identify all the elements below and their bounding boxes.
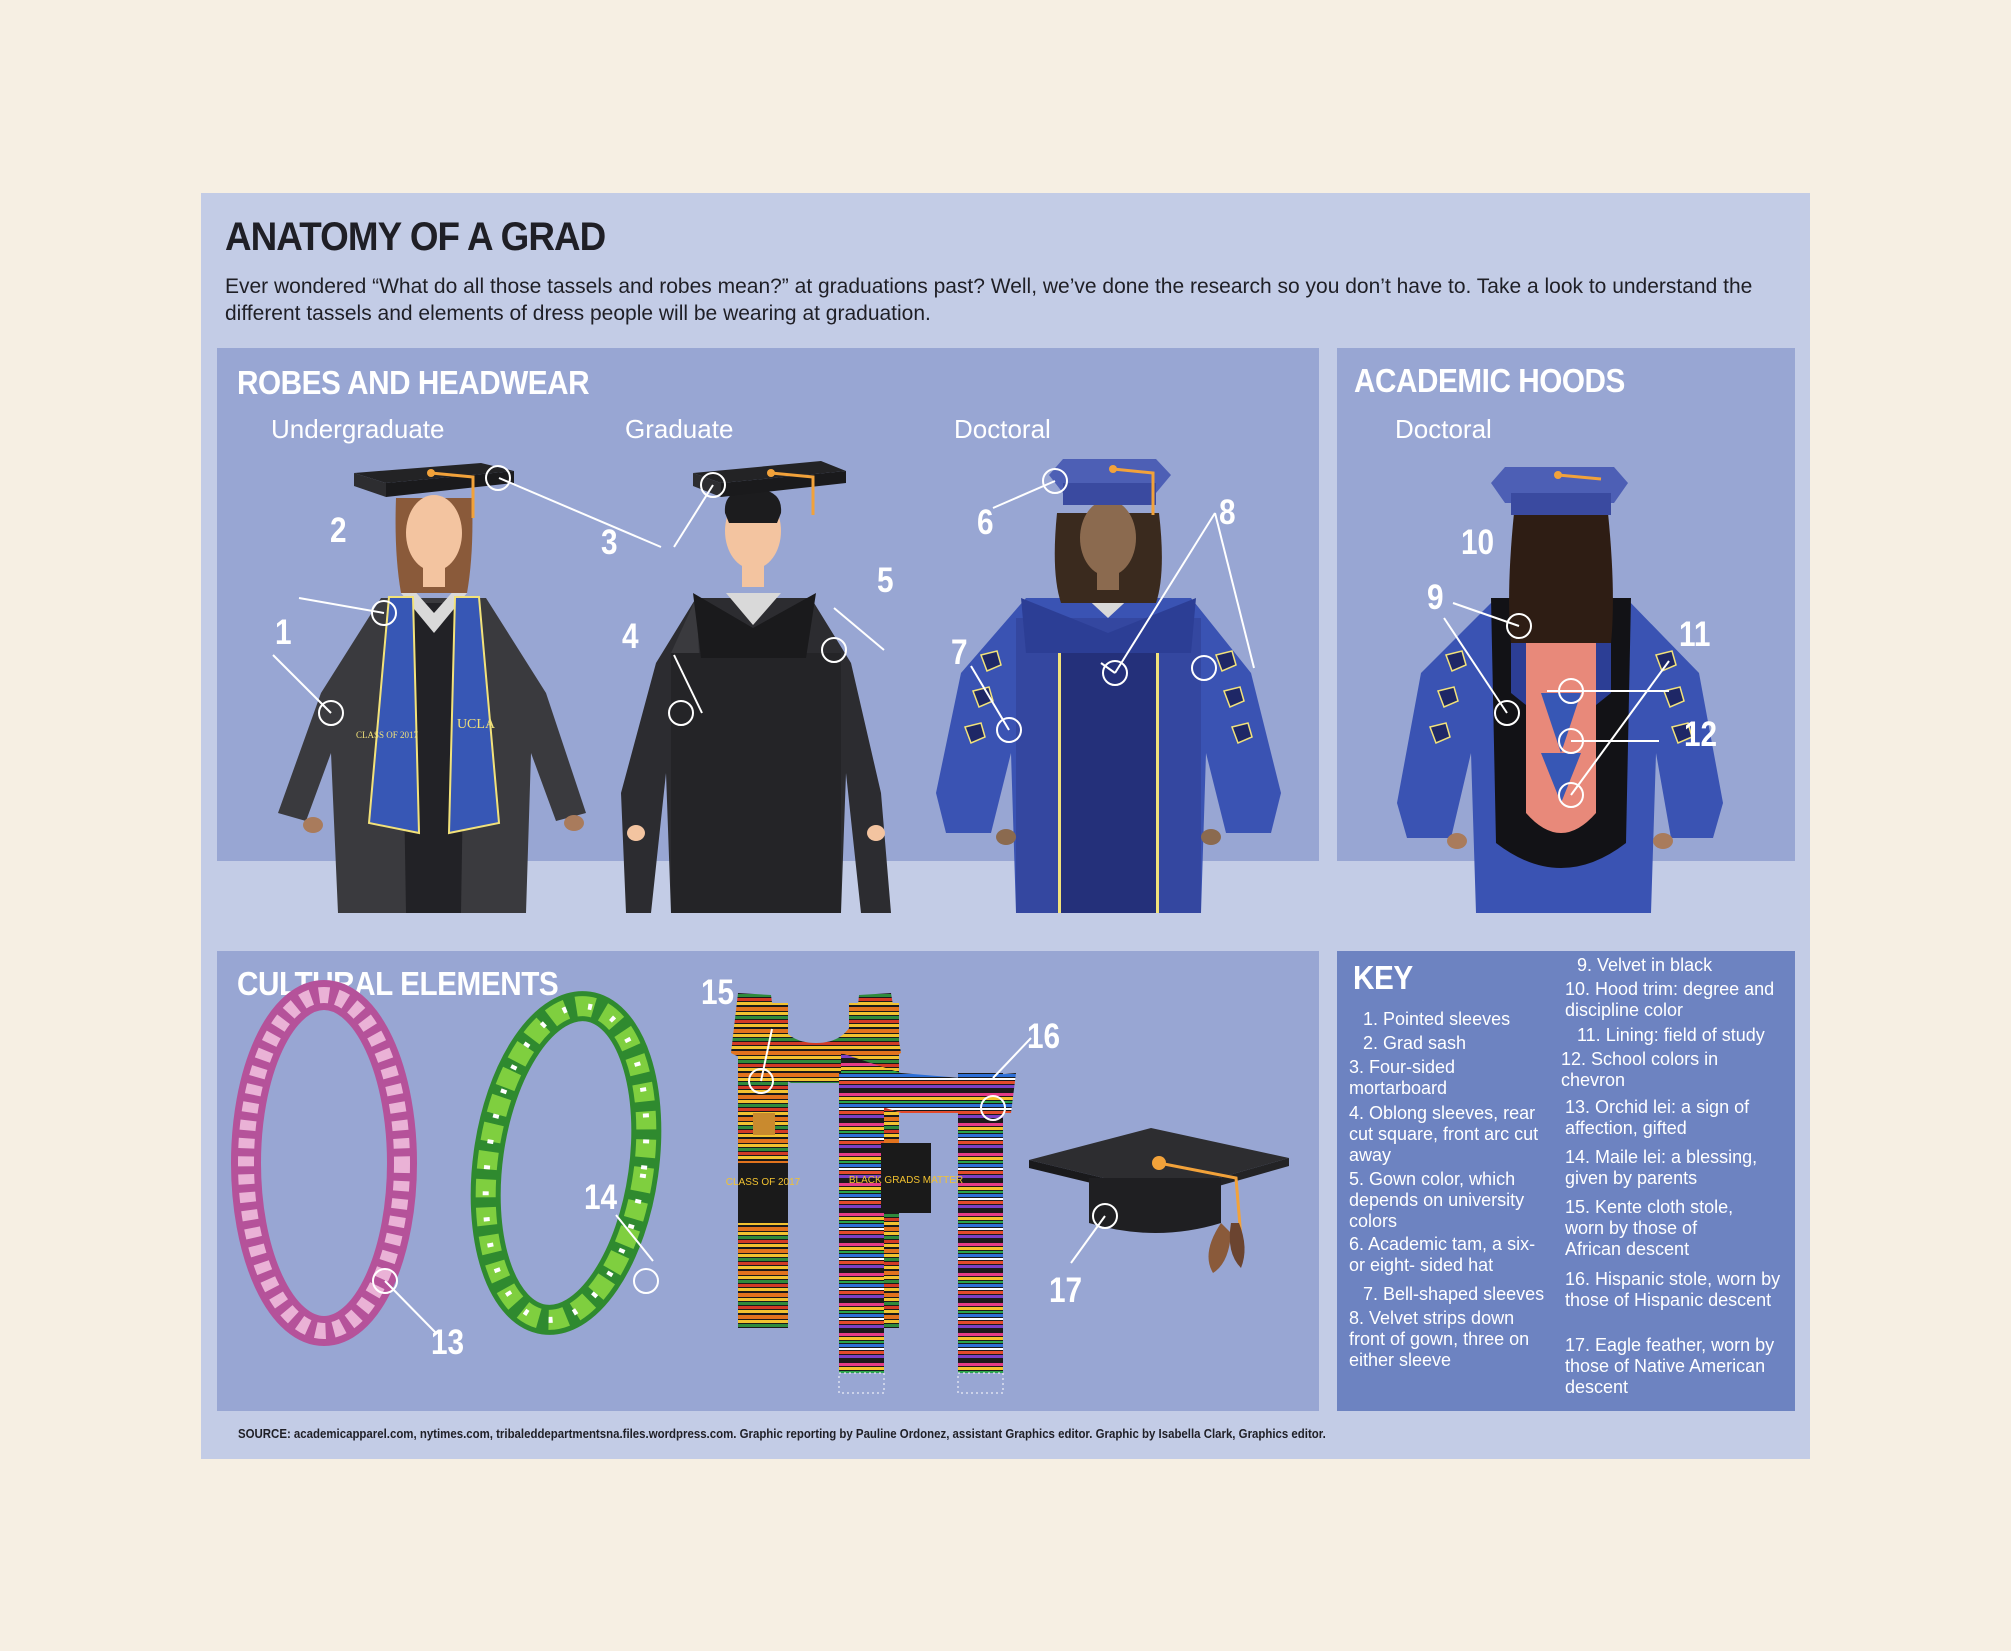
callout-number: 2: [330, 511, 347, 550]
callout-number: 14: [584, 1178, 618, 1217]
callout-number: 6: [977, 503, 994, 542]
kente-class-text: CLASS OF 2017: [726, 1177, 801, 1188]
sash-class-text: CLASS OF 2017: [356, 730, 419, 740]
stole-grads-text: BLACK GRADS MATTER: [849, 1175, 963, 1186]
callout-number: 7: [951, 633, 968, 672]
callout-number: 1: [275, 613, 292, 652]
callout-number: 8: [1219, 493, 1236, 532]
callout-number: 10: [1461, 523, 1495, 562]
sash-school-text: UCLA: [457, 717, 496, 732]
callout-number: 13: [431, 1323, 465, 1362]
orchid-lei-icon: [231, 980, 417, 1346]
callout-number: 11: [1679, 615, 1711, 654]
callout-number: 15: [701, 973, 735, 1012]
mortarboard-feather-icon: [1029, 1128, 1289, 1273]
callout-number: 4: [622, 617, 639, 656]
infographic-card: ANATOMY OF A GRAD Ever wondered “What do…: [201, 193, 1810, 1459]
graduate-figure: [621, 461, 891, 913]
serape-stole-icon: BLACK GRADS MATTER: [838, 1053, 1016, 1394]
callout-number: 3: [601, 523, 618, 562]
callout-number: 12: [1684, 715, 1718, 754]
maile-lei-icon: [470, 991, 662, 1335]
callout-number: 17: [1049, 1271, 1083, 1310]
callout-number: 16: [1027, 1017, 1061, 1056]
undergraduate-figure: CLASS OF 2017 UCLA: [278, 463, 586, 913]
callout-number: 5: [877, 561, 894, 600]
callout-number: 9: [1427, 578, 1444, 617]
illustrations: CLASS OF 2017 UCLA CLASS OF 2017 BLACK G…: [231, 459, 1723, 1394]
